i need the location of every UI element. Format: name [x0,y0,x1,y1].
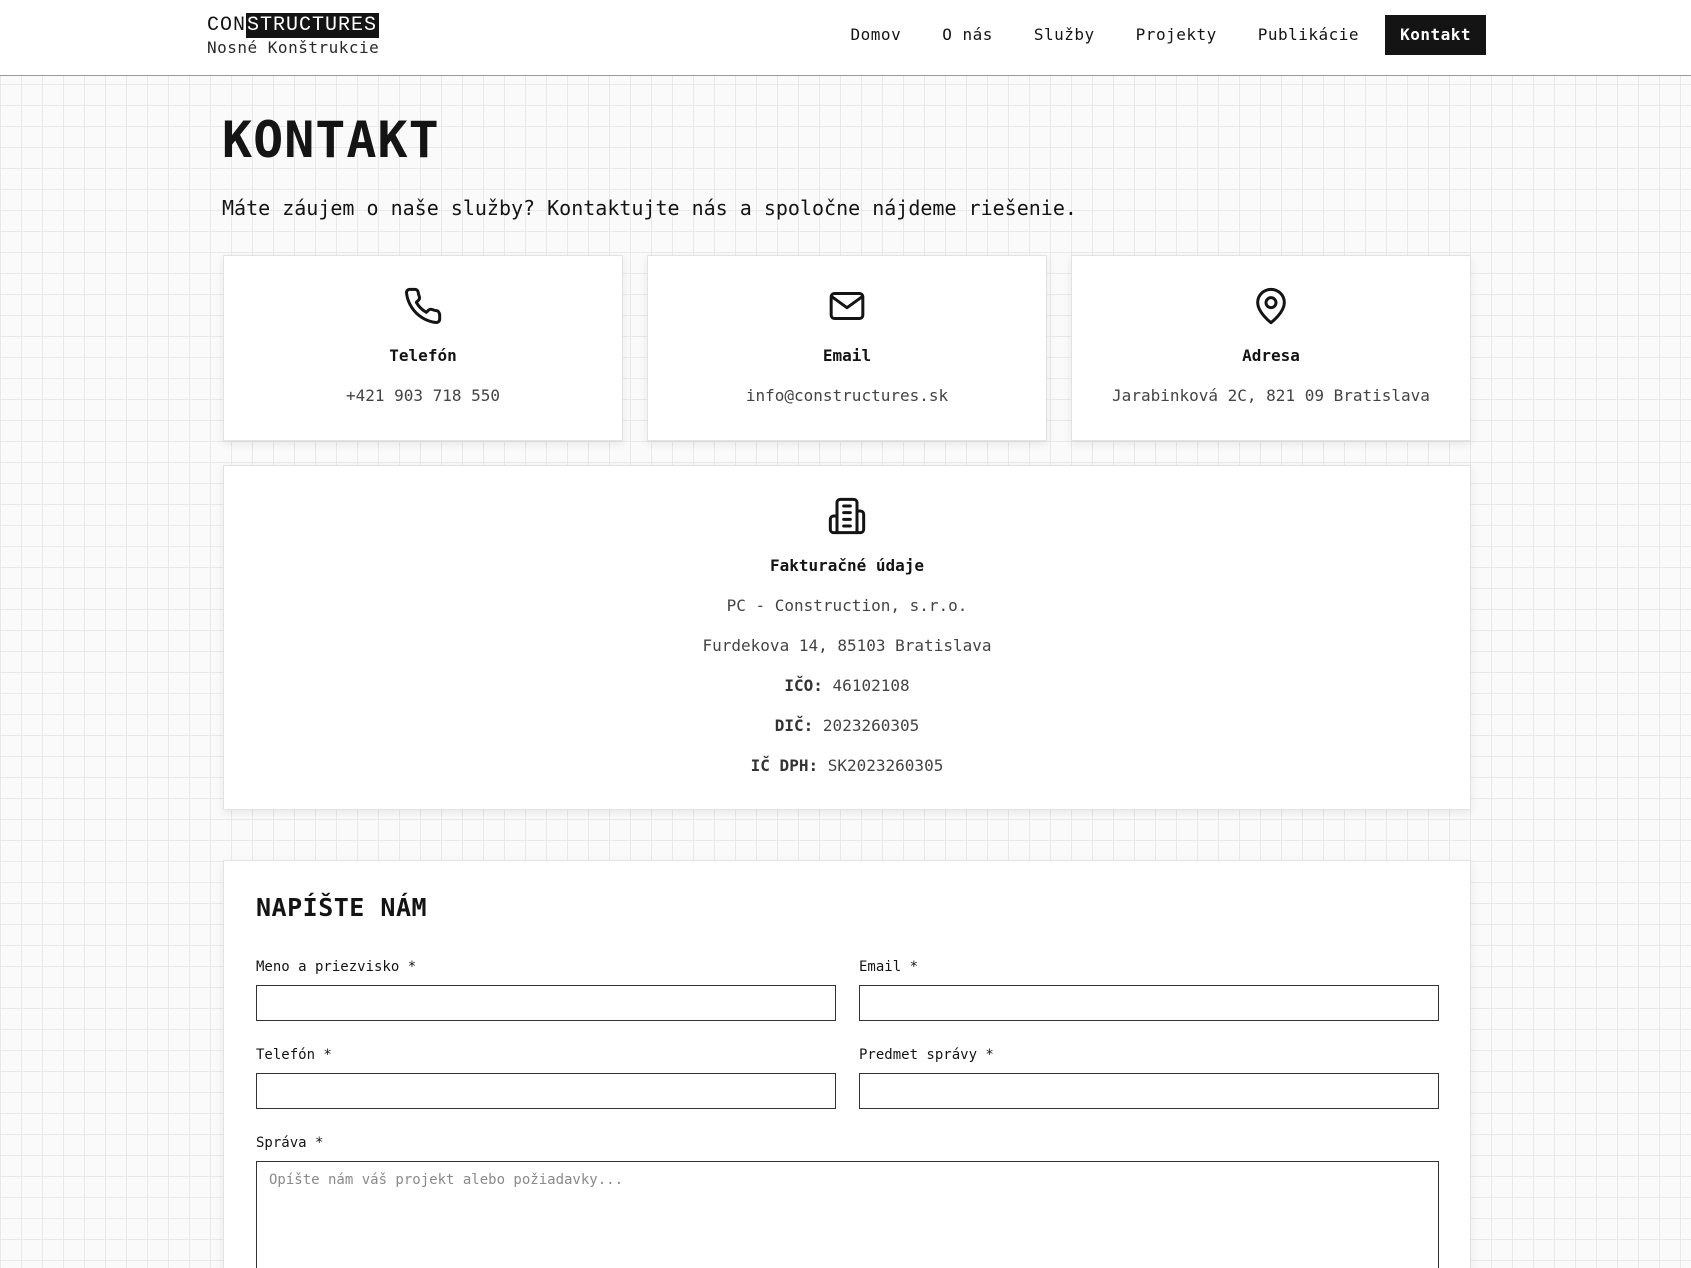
contact-card-title: Email [822,346,872,365]
nav-item-kontakt[interactable]: Kontakt [1385,15,1486,55]
phone-icon [403,286,443,326]
contact-card-address: Adresa Jarabinková 2C, 821 09 Bratislava [1071,255,1471,441]
subject-input[interactable] [859,1073,1439,1109]
billing-dic: DIČ: 2023260305 [224,715,1470,737]
name-input[interactable] [256,985,836,1021]
contact-address-value: Jarabinková 2C, 821 09 Bratislava [1112,386,1430,405]
billing-icdph-label: IČ DPH: [750,756,819,775]
message-textarea[interactable] [256,1161,1439,1268]
message-label: Správa * [256,1135,324,1151]
contact-form-card: NAPÍŠTE NÁM Meno a priezvisko * Email * … [223,860,1471,1268]
email-label: Email * [859,959,919,975]
logo-subtitle: Nosné Konštrukcie [207,38,380,57]
contact-card-email: Email info@constructures.sk [647,255,1047,441]
contact-card-phone: Telefón +421 903 718 550 [223,255,623,441]
site-header: CON STRUCTURES Nosné Konštrukcie Domov O … [0,0,1691,76]
contact-email-value[interactable]: info@constructures.sk [648,385,1046,407]
main-nav: Domov O nás Služby Projekty Publikácie K… [825,15,1486,55]
billing-card: Fakturačné údaje PC - Construction, s.r.… [223,465,1471,810]
contact-card-title: Telefón [389,346,457,365]
logo-inverted: STRUCTURES [246,13,380,38]
logo-wordmark: CON STRUCTURES [207,13,380,38]
billing-address: Furdekova 14, 85103 Bratislava [702,636,992,655]
billing-ico-label: IČO: [784,676,823,695]
nav-item-domov[interactable]: Domov [836,15,917,55]
billing-dic-value: 2023260305 [822,716,920,735]
nav-item-publikacie[interactable]: Publikácie [1243,15,1374,55]
nav-item-sluzby[interactable]: Služby [1019,15,1110,55]
mail-icon [827,286,867,326]
page-title: KONTAKT [222,111,440,169]
subject-label: Predmet správy * [859,1047,994,1063]
billing-ico-value: 46102108 [832,676,910,695]
name-label: Meno a priezvisko * [256,959,417,975]
logo[interactable]: CON STRUCTURES Nosné Konštrukcie [207,13,380,58]
billing-ico: IČO: 46102108 [224,675,1470,697]
nav-item-projekty[interactable]: Projekty [1121,15,1232,55]
billing-title: Fakturačné údaje [769,556,925,575]
page-lead: Máte záujem o naše služby? Kontaktujte n… [222,196,1077,220]
logo-prefix: CON [207,14,247,37]
billing-icdph-value: SK2023260305 [827,756,944,775]
map-pin-icon [1251,286,1291,326]
billing-icdph: IČ DPH: SK2023260305 [224,755,1470,777]
billing-dic-label: DIČ: [774,716,814,735]
contact-phone-value[interactable]: +421 903 718 550 [224,385,622,407]
phone-label: Telefón * [256,1047,332,1063]
contact-card-title: Adresa [1242,346,1300,365]
nav-item-o-nas[interactable]: O nás [927,15,1008,55]
phone-input[interactable] [256,1073,836,1109]
building-icon [827,496,867,536]
billing-company: PC - Construction, s.r.o. [726,596,968,615]
form-title: NAPÍŠTE NÁM [256,893,428,922]
email-input[interactable] [859,985,1439,1021]
